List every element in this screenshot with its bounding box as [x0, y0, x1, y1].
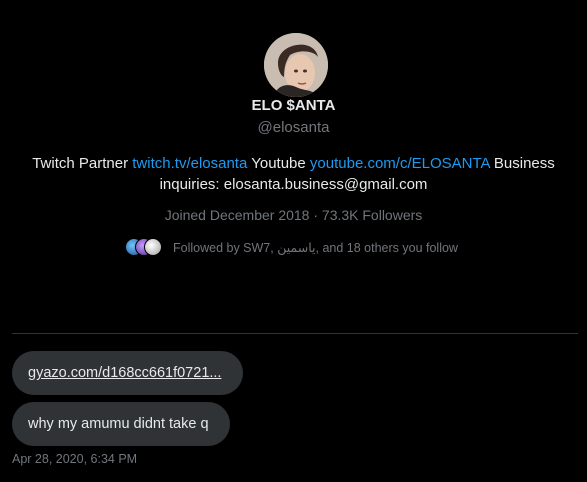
follower-avatars — [125, 237, 167, 257]
profile-meta[interactable]: Joined December 2018 · 73.3K Followers — [0, 207, 587, 223]
twitch-link[interactable]: twitch.tv/elosanta — [132, 155, 247, 172]
divider — [12, 333, 578, 334]
display-name[interactable]: ELO $ANTA — [0, 97, 587, 114]
user-handle[interactable]: @elosanta — [0, 119, 587, 136]
bio-text: Youtube — [247, 155, 310, 172]
profile-photo-icon — [264, 33, 328, 97]
profile-bio: Twitch Partner twitch.tv/elosanta Youtub… — [20, 153, 567, 195]
message-timestamp: Apr 28, 2020, 6:34 PM — [12, 452, 138, 466]
followed-by-text: Followed by SW7, ياسمين, and 18 others y… — [173, 240, 458, 255]
follower-avatar-icon — [144, 238, 162, 256]
message-bubble[interactable]: why my amumu didnt take q — [12, 402, 230, 446]
youtube-link[interactable]: youtube.com/c/ELOSANTA — [310, 155, 490, 172]
bio-text: Twitch Partner — [32, 155, 133, 172]
avatar[interactable] — [264, 33, 328, 97]
followed-by[interactable]: Followed by SW7, ياسمين, and 18 others y… — [125, 236, 458, 258]
message-bubble-link[interactable]: gyazo.com/d168cc661f0721... — [12, 351, 243, 395]
